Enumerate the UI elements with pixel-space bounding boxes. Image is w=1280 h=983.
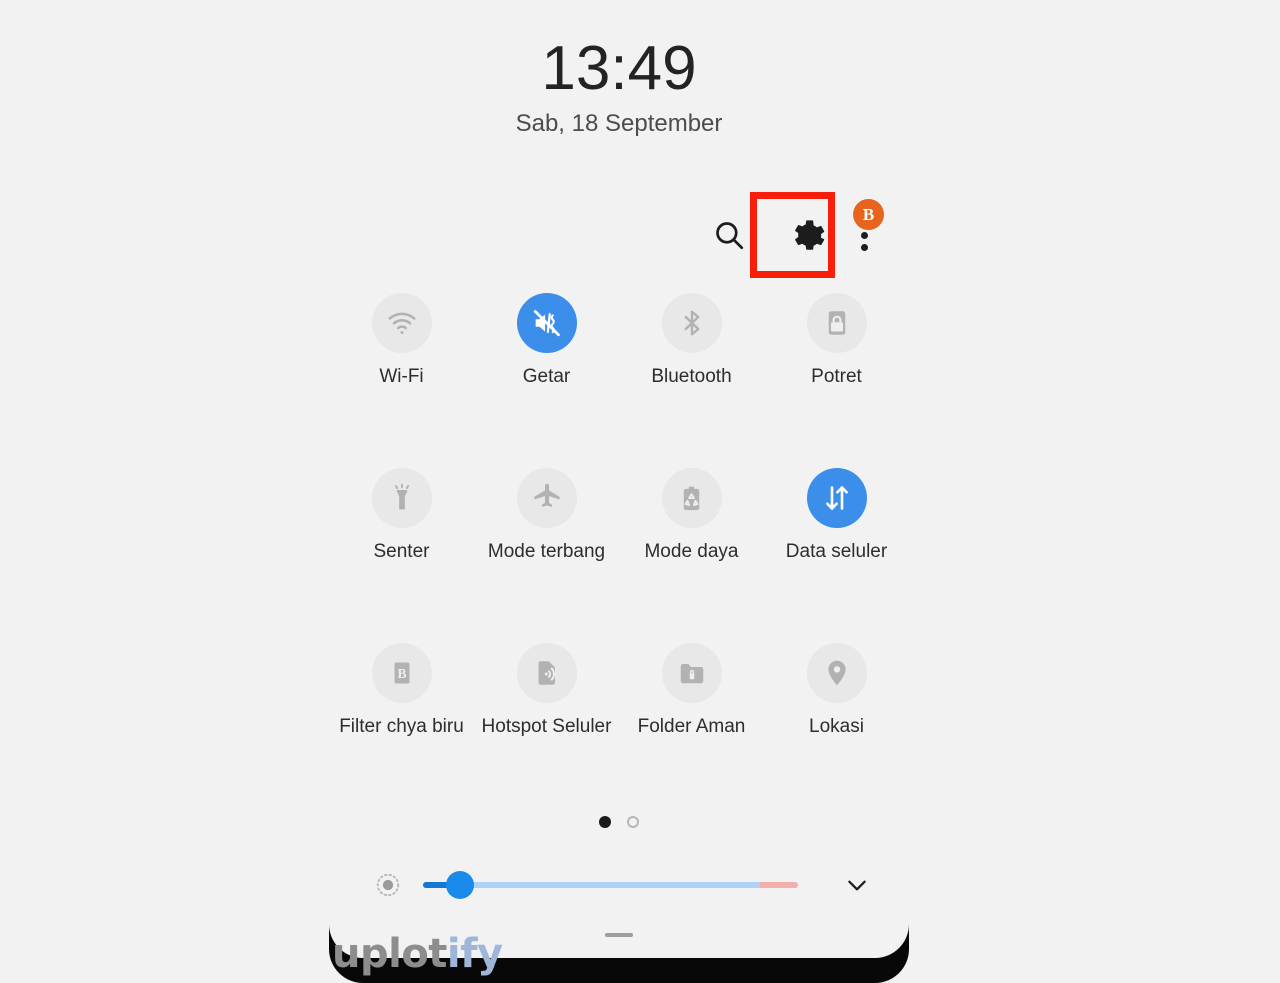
watermark: uplotify [332,930,503,978]
page-indicator[interactable] [329,816,909,828]
highlight-box-settings [750,192,835,278]
blue-light-filter-icon: B [388,659,416,687]
tile-mode-terbang[interactable]: Mode terbang [474,465,619,640]
search-icon [712,218,746,252]
tile-label: Getar [522,366,571,387]
tile-icon-bg [661,468,722,528]
expand-button[interactable] [840,868,874,902]
tile-icon-bg [371,468,432,528]
search-button[interactable] [708,214,750,256]
tile-icon-bg [806,293,867,353]
watermark-part2: ify [446,931,503,977]
clock-time: 13:49 [541,34,697,103]
tile-bluetooth[interactable]: Bluetooth [619,290,764,465]
tile-label: Mode terbang [487,541,606,562]
tile-label: Potret [811,366,862,387]
chevron-down-icon [844,872,870,898]
tile-icon-bg [516,468,577,528]
tile-lokasi[interactable]: Lokasi [764,640,909,815]
brightness-row [329,862,909,908]
page-dot-inactive[interactable] [627,816,639,828]
location-pin-icon [822,658,852,688]
tile-mode-daya[interactable]: Mode daya [619,465,764,640]
lockscreen-clock: 13:49 Sab, 18 September [329,32,909,140]
tile-icon-bg [371,293,432,353]
tile-label: Bluetooth [651,366,732,387]
rotation-lock-icon [822,308,852,338]
brightness-icon [371,868,405,902]
tile-icon-bg [516,643,577,703]
tile-potret[interactable]: Potret [764,290,909,465]
wifi-icon [386,307,418,339]
slider-warn-zone [760,882,798,888]
slider-thumb[interactable] [446,871,474,899]
tile-label: Senter [373,541,430,562]
quick-settings-panel: 13:49 Sab, 18 September B Wi-Fi Getar Bl… [329,0,909,958]
tile-row: Wi-Fi Getar Bluetooth Potret [329,290,909,465]
bluetooth-icon [677,308,707,338]
brightness-slider[interactable] [423,868,798,902]
tile-row: Senter Mode terbang Mode daya Data selul… [329,465,909,640]
tile-icon-bg [661,643,722,703]
tile-label: Mode daya [644,541,739,562]
tile-label: Wi-Fi [379,366,424,387]
tile-label: Lokasi [809,716,864,737]
airplane-icon [531,482,563,514]
tile-label: Data seluler [785,541,888,562]
tile-icon-bg [516,293,577,353]
tile-folder-aman[interactable]: Folder Aman [619,640,764,815]
clock-date: Sab, 18 September [515,110,723,137]
tile-label: Hotspot Seluler [481,716,612,737]
mobile-data-icon [822,483,852,513]
tile-icon-bg [806,468,867,528]
quick-settings-tiles: Wi-Fi Getar Bluetooth Potret Senter Mode… [329,290,909,815]
tile-hotspot-seluler[interactable]: Hotspot Seluler [474,640,619,815]
watermark-part1: uplot [332,931,447,977]
tile-data-seluler[interactable]: Data seluler [764,465,909,640]
tile-senter[interactable]: Senter [329,465,474,640]
screen-root: 13:49 Sab, 18 September B Wi-Fi Getar Bl… [0,0,1280,983]
tile-row: B Filter chya biru Hotspot Seluler Folde… [329,640,909,815]
secure-folder-icon [677,658,707,688]
tile-icon-bg: B [371,643,432,703]
power-saving-icon [677,484,706,513]
drag-handle[interactable] [605,933,633,937]
page-dot-active[interactable] [599,816,611,828]
slider-track [423,882,798,888]
tile-wifi[interactable]: Wi-Fi [329,290,474,465]
status-badge[interactable]: B [853,199,884,230]
tile-icon-bg [806,643,867,703]
tile-filter-cahaya-biru[interactable]: B Filter chya biru [329,640,474,815]
tile-label: Filter chya biru [339,716,464,737]
vibrate-icon [531,307,563,339]
tile-getar[interactable]: Getar [474,290,619,465]
tile-icon-bg [661,293,722,353]
tile-label: Folder Aman [637,716,746,737]
svg-text:B: B [397,666,406,681]
hotspot-icon [532,658,562,688]
flashlight-icon [387,483,417,513]
